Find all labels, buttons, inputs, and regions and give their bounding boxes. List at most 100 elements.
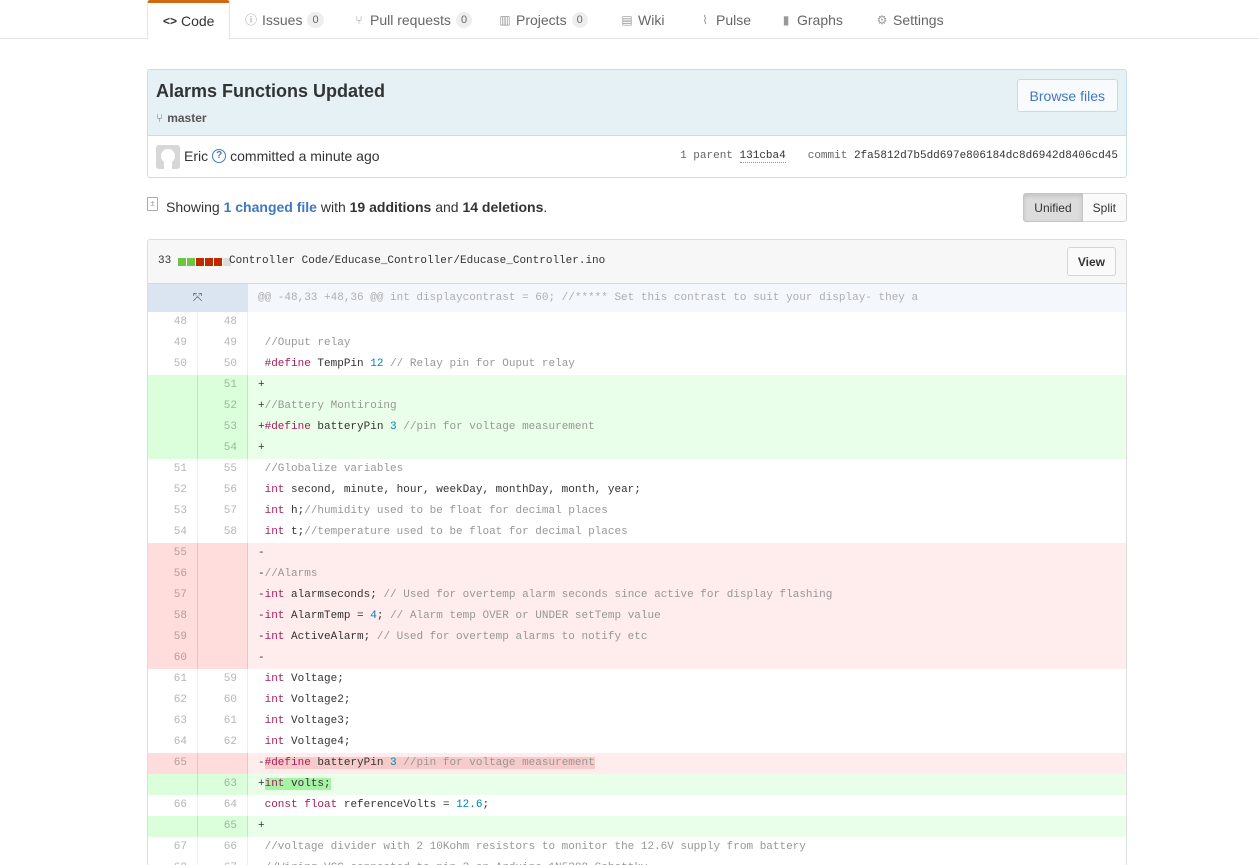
diff-line-deletion: 57 -int alarmseconds; // Used for overtem… — [148, 585, 1126, 606]
new-line-number[interactable]: 55 — [198, 459, 248, 480]
new-line-number[interactable]: 64 — [198, 795, 248, 816]
old-line-number[interactable]: 57 — [148, 585, 198, 606]
old-line-number[interactable]: 48 — [148, 312, 198, 333]
tab-label: Pull requests — [370, 11, 451, 28]
new-line-number[interactable]: 52 — [198, 396, 248, 417]
old-line-number[interactable] — [148, 438, 198, 459]
old-line-number[interactable]: 63 — [148, 711, 198, 732]
new-line-number[interactable] — [198, 648, 248, 669]
new-line-number[interactable]: 59 — [198, 669, 248, 690]
new-line-number[interactable]: 58 — [198, 522, 248, 543]
old-line-number[interactable]: 62 — [148, 690, 198, 711]
new-line-number[interactable] — [198, 585, 248, 606]
expand-icon[interactable]: ⤧ — [148, 284, 248, 312]
unified-button[interactable]: Unified — [1023, 193, 1083, 222]
diff-stat-blocks — [178, 258, 231, 266]
new-line-number[interactable]: 56 — [198, 480, 248, 501]
old-line-number[interactable]: 64 — [148, 732, 198, 753]
new-line-number[interactable]: 54 — [198, 438, 248, 459]
diff-line-context: 52 56 int second, minute, hour, weekDay, … — [148, 480, 1126, 501]
new-line-number[interactable]: 63 — [198, 774, 248, 795]
tab-label: Wiki — [638, 11, 665, 28]
old-line-number[interactable]: 58 — [148, 606, 198, 627]
tab-issues[interactable]: ⓘ Issues 0 — [244, 0, 324, 39]
branch-name[interactable]: master — [167, 111, 206, 125]
view-file-button[interactable]: View — [1066, 247, 1116, 276]
new-line-number[interactable] — [198, 564, 248, 585]
old-line-number[interactable]: 65 — [148, 753, 198, 774]
diff-stat-block — [178, 258, 186, 266]
code-line: int Voltage; — [264, 673, 344, 685]
new-line-number[interactable]: 50 — [198, 354, 248, 375]
old-line-number[interactable]: 67 — [148, 837, 198, 858]
author-name[interactable]: Eric — [184, 148, 208, 164]
new-line-number[interactable] — [198, 606, 248, 627]
old-line-number[interactable]: 66 — [148, 795, 198, 816]
old-line-number[interactable]: 50 — [148, 354, 198, 375]
parent-sha-link[interactable]: 131cba4 — [739, 150, 786, 163]
hunk-text: @@ -48,33 +48,36 @@ int displaycontrast … — [258, 292, 919, 304]
new-line-number[interactable]: 51 — [198, 375, 248, 396]
old-line-number[interactable]: 49 — [148, 333, 198, 354]
new-line-number[interactable]: 49 — [198, 333, 248, 354]
diff-line-addition: 63 +int volts; — [148, 774, 1126, 795]
diff-line-context: 61 59 int Voltage; — [148, 669, 1126, 690]
diff-line-context: 53 57 int h;//humidity used to be float f… — [148, 501, 1126, 522]
new-line-number[interactable]: 61 — [198, 711, 248, 732]
tab-pulse[interactable]: ⌇ Pulse — [698, 0, 751, 39]
new-line-number[interactable]: 65 — [198, 816, 248, 837]
parent-info: 1 parent 131cba4 — [680, 150, 786, 163]
new-line-number[interactable]: 57 — [198, 501, 248, 522]
old-line-number[interactable] — [148, 774, 198, 795]
file-path[interactable]: Controller Code/Educase_Controller/Educa… — [229, 255, 605, 267]
new-line-number[interactable]: 48 — [198, 312, 248, 333]
changed-files-link[interactable]: 1 changed file — [224, 199, 317, 215]
new-line-number[interactable]: 53 — [198, 417, 248, 438]
old-line-number[interactable] — [148, 396, 198, 417]
diff-stat-count: 33 — [158, 255, 172, 267]
code-line: int Voltage3; — [264, 715, 351, 727]
old-line-number[interactable]: 59 — [148, 627, 198, 648]
avatar[interactable] — [156, 145, 180, 169]
new-line-number[interactable] — [198, 753, 248, 774]
old-line-number[interactable] — [148, 375, 198, 396]
old-line-number[interactable] — [148, 816, 198, 837]
tab-wiki[interactable]: ▤ Wiki — [620, 0, 664, 39]
tab-code[interactable]: <> Code — [147, 0, 231, 40]
new-line-number[interactable] — [198, 543, 248, 564]
tab-projects[interactable]: ▥ Projects 0 — [498, 0, 588, 39]
old-line-number[interactable] — [148, 417, 198, 438]
tab-settings[interactable]: ⚙ Settings — [875, 0, 944, 39]
tab-pull-requests[interactable]: ⑂ Pull requests 0 — [352, 0, 473, 39]
code-line: //Wiring VCC connected to pin 3 on Ardui… — [248, 858, 1126, 865]
gear-icon: ⚙ — [876, 12, 888, 27]
old-line-number[interactable]: 55 — [148, 543, 198, 564]
old-line-number[interactable]: 56 — [148, 564, 198, 585]
split-button[interactable]: Split — [1082, 193, 1127, 222]
diff-line-context: 66 64 const float referenceVolts = 12.6; — [148, 795, 1126, 816]
branch-label[interactable]: ⑂ master — [156, 111, 207, 125]
tab-graphs[interactable]: ▮ Graphs — [779, 0, 843, 39]
new-line-number[interactable]: 66 — [198, 837, 248, 858]
browse-files-button[interactable]: Browse files — [1016, 79, 1118, 112]
old-line-number[interactable]: 60 — [148, 648, 198, 669]
old-line-number[interactable]: 53 — [148, 501, 198, 522]
code-line: - — [258, 652, 265, 664]
old-line-number[interactable]: 54 — [148, 522, 198, 543]
old-line-number[interactable]: 68 — [148, 858, 198, 865]
new-line-number[interactable]: 67 — [198, 858, 248, 865]
code-line: const float referenceVolts = 12.6; — [264, 799, 490, 811]
old-line-number[interactable]: 61 — [148, 669, 198, 690]
new-line-number[interactable]: 62 — [198, 732, 248, 753]
diff-line-addition: 65 + — [148, 816, 1126, 837]
diff-summary: Showing 1 changed file with 19 additions… — [166, 199, 547, 215]
old-line-number[interactable]: 51 — [148, 459, 198, 480]
help-icon[interactable]: ? — [212, 149, 227, 163]
old-line-number[interactable]: 52 — [148, 480, 198, 501]
new-line-number[interactable] — [198, 627, 248, 648]
code-line: //Ouput relay — [264, 337, 351, 349]
code-line: int Voltage4; — [264, 736, 351, 748]
code-line: //voltage divider with 2 10Kohm resistor… — [264, 841, 806, 853]
new-line-number[interactable]: 60 — [198, 690, 248, 711]
diff-stat-block — [214, 258, 222, 266]
